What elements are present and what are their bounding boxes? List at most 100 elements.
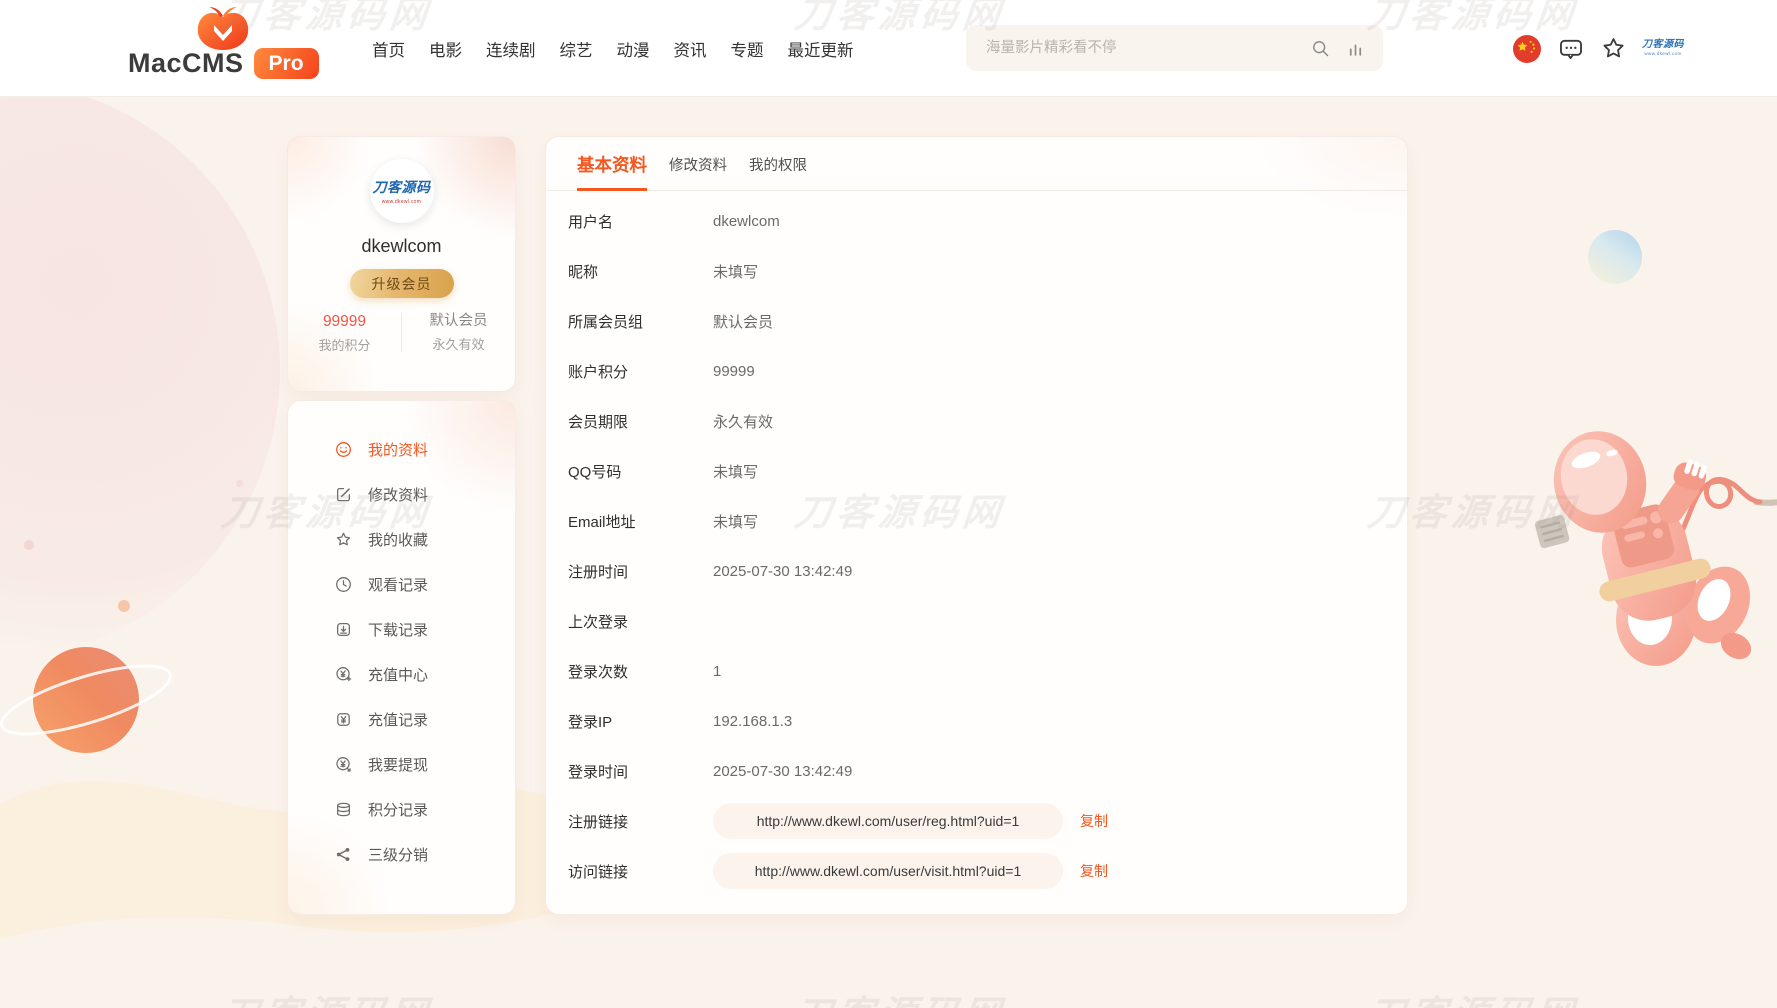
dot-decor — [118, 600, 130, 612]
field-value: 未填写 — [713, 511, 758, 532]
dot-decor — [24, 540, 34, 550]
sidebar-item-label: 修改资料 — [368, 484, 428, 505]
user-stats: 99999 我的积分 默认会员 永久有效 — [288, 314, 515, 352]
sidebar-item-favorites[interactable]: 我的收藏 — [288, 517, 515, 562]
blue-sphere-decor — [1588, 230, 1642, 284]
copy-button[interactable]: 复制 — [1080, 811, 1108, 831]
user-card: 刀客源码 www.dkewl.com dkewlcom 升级会员 99999 我… — [287, 136, 516, 392]
field-label: 上次登录 — [568, 611, 713, 632]
nav-item-6[interactable]: 资讯 — [674, 37, 707, 61]
profile-row: 上次登录 — [546, 596, 1407, 646]
dot-decor — [236, 480, 243, 487]
sidebar-item-profile[interactable]: 我的资料 — [288, 427, 515, 472]
coin-plus-icon — [334, 665, 353, 684]
group-stat: 默认会员 永久有效 — [401, 314, 515, 352]
field-label: 登录IP — [568, 711, 713, 732]
sidebar-item-label: 三级分销 — [368, 844, 428, 865]
database-icon — [334, 800, 353, 819]
profile-panel: 基本资料修改资料我的权限 用户名dkewlcom昵称未填写所属会员组默认会员账户… — [545, 136, 1408, 915]
field-value: 192.168.1.3 — [713, 713, 792, 730]
sidebar-item-label: 我的资料 — [368, 439, 428, 460]
profile-row: 昵称未填写 — [546, 246, 1407, 296]
edit-icon — [334, 485, 353, 504]
china-flag-icon[interactable] — [1512, 34, 1542, 64]
sidebar-item-label: 充值中心 — [368, 664, 428, 685]
watermark-text: 刀客源码网 — [792, 984, 1008, 1008]
search-icon[interactable] — [1310, 38, 1331, 59]
member-group-value: 默认会员 — [402, 314, 515, 329]
sidebar-menu: 我的资料修改资料我的收藏观看记录下载记录充值中心充值记录我要提现积分记录三级分销 — [288, 427, 515, 877]
member-expiry-value: 永久有效 — [402, 338, 515, 351]
tab-edit-profile[interactable]: 修改资料 — [669, 154, 727, 190]
field-label: 访问链接 — [568, 861, 713, 882]
nav-item-5[interactable]: 动漫 — [617, 37, 650, 61]
sidebar-item-recharge-records[interactable]: 充值记录 — [288, 697, 515, 742]
pink-circle-decor — [0, 80, 280, 660]
profile-row: 注册时间2025-07-30 13:42:49 — [546, 546, 1407, 596]
profile-tabs: 基本资料修改资料我的权限 — [546, 137, 1407, 191]
tab-permissions[interactable]: 我的权限 — [749, 154, 807, 190]
sidebar-item-watch-history[interactable]: 观看记录 — [288, 562, 515, 607]
username: dkewlcom — [288, 236, 515, 257]
watermark-text: 刀客源码网 — [1365, 984, 1581, 1008]
link-input[interactable] — [713, 853, 1063, 889]
sidebar-item-label: 下载记录 — [368, 619, 428, 640]
message-icon[interactable] — [1557, 35, 1585, 63]
sidebar-item-recharge-center[interactable]: 充值中心 — [288, 652, 515, 697]
nav-item-8[interactable]: 最近更新 — [788, 37, 854, 61]
field-value: 2025-07-30 13:42:49 — [713, 763, 852, 780]
withdraw-icon — [334, 755, 353, 774]
download-icon — [334, 620, 353, 639]
field-label: QQ号码 — [568, 461, 713, 482]
sidebar-item-download-history[interactable]: 下载记录 — [288, 607, 515, 652]
field-value: 2025-07-30 13:42:49 — [713, 563, 852, 580]
nav-item-7[interactable]: 专题 — [731, 37, 764, 61]
nav-item-4[interactable]: 综艺 — [560, 37, 593, 61]
watermark-text: 刀客源码网 — [219, 984, 435, 1008]
header: MacCMS Pro 首页电影连续剧综艺动漫资讯专题最近更新 — [0, 0, 1777, 97]
profile-row: 登录次数1 — [546, 646, 1407, 696]
brand-name: MacCMS — [128, 48, 244, 79]
field-value: 未填写 — [713, 261, 758, 282]
profile-row: 登录IP192.168.1.3 — [546, 696, 1407, 746]
field-label: 昵称 — [568, 261, 713, 282]
points-stat: 99999 我的积分 — [288, 314, 401, 352]
sidebar-item-points-records[interactable]: 积分记录 — [288, 787, 515, 832]
sidebar-item-withdraw[interactable]: 我要提现 — [288, 742, 515, 787]
tab-basic-info[interactable]: 基本资料 — [577, 152, 647, 191]
field-value: 99999 — [713, 363, 755, 380]
field-value: 永久有效 — [713, 411, 773, 432]
points-label: 我的积分 — [288, 339, 401, 352]
nav-item-3[interactable]: 连续剧 — [486, 37, 536, 61]
field-label: 所属会员组 — [568, 311, 713, 332]
nav-item-1[interactable]: 首页 — [372, 37, 405, 61]
sidebar-item-label: 我要提现 — [368, 754, 428, 775]
field-label: 会员期限 — [568, 411, 713, 432]
astronaut-illustration — [1538, 420, 1777, 660]
field-value: dkewlcom — [713, 213, 780, 230]
favorite-star-icon[interactable] — [1600, 35, 1627, 62]
link-row: 注册链接 复制 — [546, 796, 1407, 846]
avatar[interactable]: 刀客源码 www.dkewl.com — [370, 159, 434, 223]
field-value: 1 — [713, 663, 721, 680]
apple-logo-icon — [194, 5, 252, 51]
planet-icon — [28, 642, 148, 762]
link-row: 访问链接 复制 — [546, 846, 1407, 896]
search-input[interactable] — [966, 25, 1310, 71]
link-input[interactable] — [713, 803, 1063, 839]
upgrade-member-button[interactable]: 升级会员 — [350, 269, 454, 298]
field-value: 默认会员 — [713, 311, 773, 332]
brand-pro-badge: Pro — [254, 48, 319, 79]
profile-row: 账户积分99999 — [546, 346, 1407, 396]
profile-row: Email地址未填写 — [546, 496, 1407, 546]
site-logo[interactable]: MacCMS Pro — [128, 5, 319, 79]
sidebar-item-edit-profile[interactable]: 修改资料 — [288, 472, 515, 517]
trending-bars-icon[interactable] — [1346, 39, 1365, 58]
page: 刀客源码网刀客源码网刀客源码网刀客源码网刀客源码网刀客源码网刀客源码网刀客源码网… — [0, 0, 1777, 1008]
field-label: 注册链接 — [568, 811, 713, 832]
copy-button[interactable]: 复制 — [1080, 861, 1108, 881]
sidebar-item-distribution[interactable]: 三级分销 — [288, 832, 515, 877]
nav-item-2[interactable]: 电影 — [429, 37, 462, 61]
site-badge-logo[interactable]: 刀客源码 www.dkewl.com — [1642, 40, 1684, 57]
share-icon — [334, 845, 353, 864]
